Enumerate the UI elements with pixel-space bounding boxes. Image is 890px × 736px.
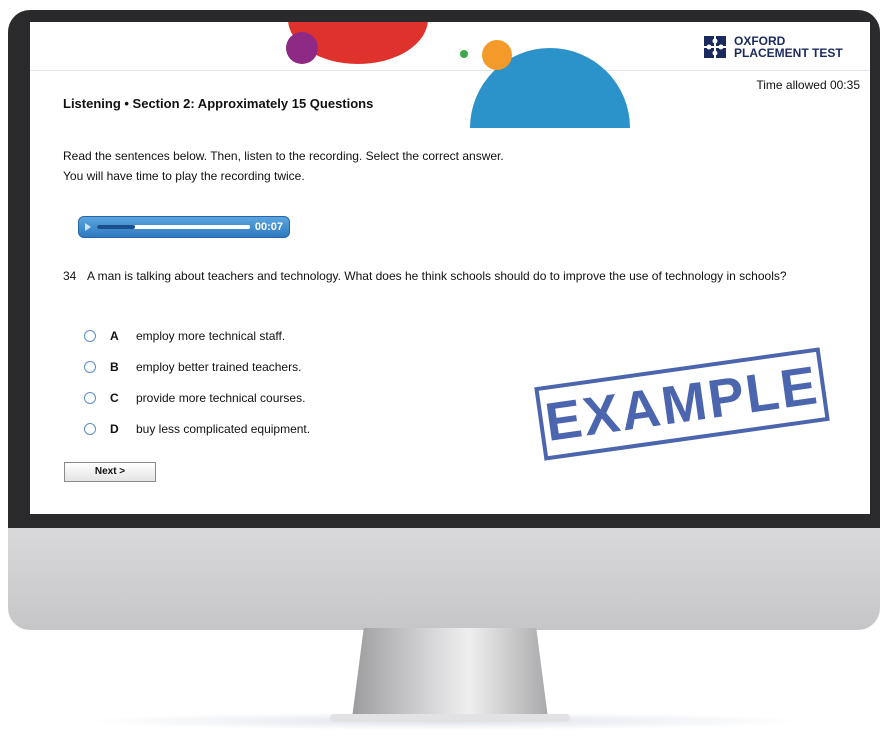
option-letter: D bbox=[110, 421, 119, 436]
audio-player: 00:07 bbox=[78, 216, 290, 238]
audio-time: 00:07 bbox=[254, 221, 283, 233]
example-stamp: EXAMPLE bbox=[534, 347, 830, 461]
option-letter: A bbox=[110, 328, 119, 343]
monitor-chin bbox=[8, 528, 880, 630]
question: 34 A man is talking about teachers and t… bbox=[63, 266, 823, 286]
instruction-line-2: You will have time to play the recording… bbox=[63, 169, 305, 183]
audio-progress-fill bbox=[97, 225, 136, 229]
header-decoration-purple bbox=[286, 32, 318, 64]
section-title: Listening • Section 2: Approximately 15 … bbox=[63, 96, 374, 111]
option-text: provide more technical courses. bbox=[136, 390, 306, 405]
question-text: A man is talking about teachers and tech… bbox=[87, 269, 787, 283]
header-band: OXFORD PLACEMENT TEST bbox=[30, 22, 870, 128]
option-text: employ more technical staff. bbox=[136, 328, 286, 343]
radio-button[interactable] bbox=[84, 422, 96, 435]
option-text: employ better trained teachers. bbox=[136, 359, 302, 374]
radio-button[interactable] bbox=[84, 391, 96, 404]
option-text: buy less complicated equipment. bbox=[136, 421, 311, 436]
stamp-text: EXAMPLE bbox=[541, 355, 823, 453]
next-button[interactable]: Next > bbox=[64, 462, 156, 482]
question-number: 34 bbox=[63, 269, 77, 283]
answer-options: A employ more technical staff. B employ … bbox=[84, 325, 310, 449]
option-c[interactable]: C provide more technical courses. bbox=[84, 387, 310, 408]
header-decoration-green bbox=[460, 50, 468, 58]
instructions: Read the sentences below. Then, listen t… bbox=[63, 146, 504, 186]
oxford-logo: OXFORD PLACEMENT TEST bbox=[702, 34, 843, 60]
audio-progress-track[interactable] bbox=[97, 225, 250, 229]
puzzle-logo-icon bbox=[704, 36, 726, 58]
option-letter: C bbox=[110, 390, 119, 405]
monitor-base bbox=[330, 714, 570, 722]
option-a[interactable]: A employ more technical staff. bbox=[84, 325, 310, 346]
logo-text: OXFORD PLACEMENT TEST bbox=[734, 35, 843, 59]
option-letter: B bbox=[110, 359, 119, 374]
screen: OXFORD PLACEMENT TEST Time allowed 00:35… bbox=[30, 22, 870, 514]
radio-button[interactable] bbox=[84, 360, 96, 373]
radio-button[interactable] bbox=[84, 329, 96, 342]
option-d[interactable]: D buy less complicated equipment. bbox=[84, 418, 310, 439]
play-icon[interactable] bbox=[85, 223, 91, 231]
option-b[interactable]: B employ better trained teachers. bbox=[84, 356, 310, 377]
logo-line2: PLACEMENT TEST bbox=[734, 46, 843, 60]
time-allowed: Time allowed 00:35 bbox=[756, 78, 860, 92]
monitor-stand bbox=[352, 628, 548, 718]
header-decoration-orange bbox=[482, 40, 512, 70]
instruction-line-1: Read the sentences below. Then, listen t… bbox=[63, 149, 504, 163]
